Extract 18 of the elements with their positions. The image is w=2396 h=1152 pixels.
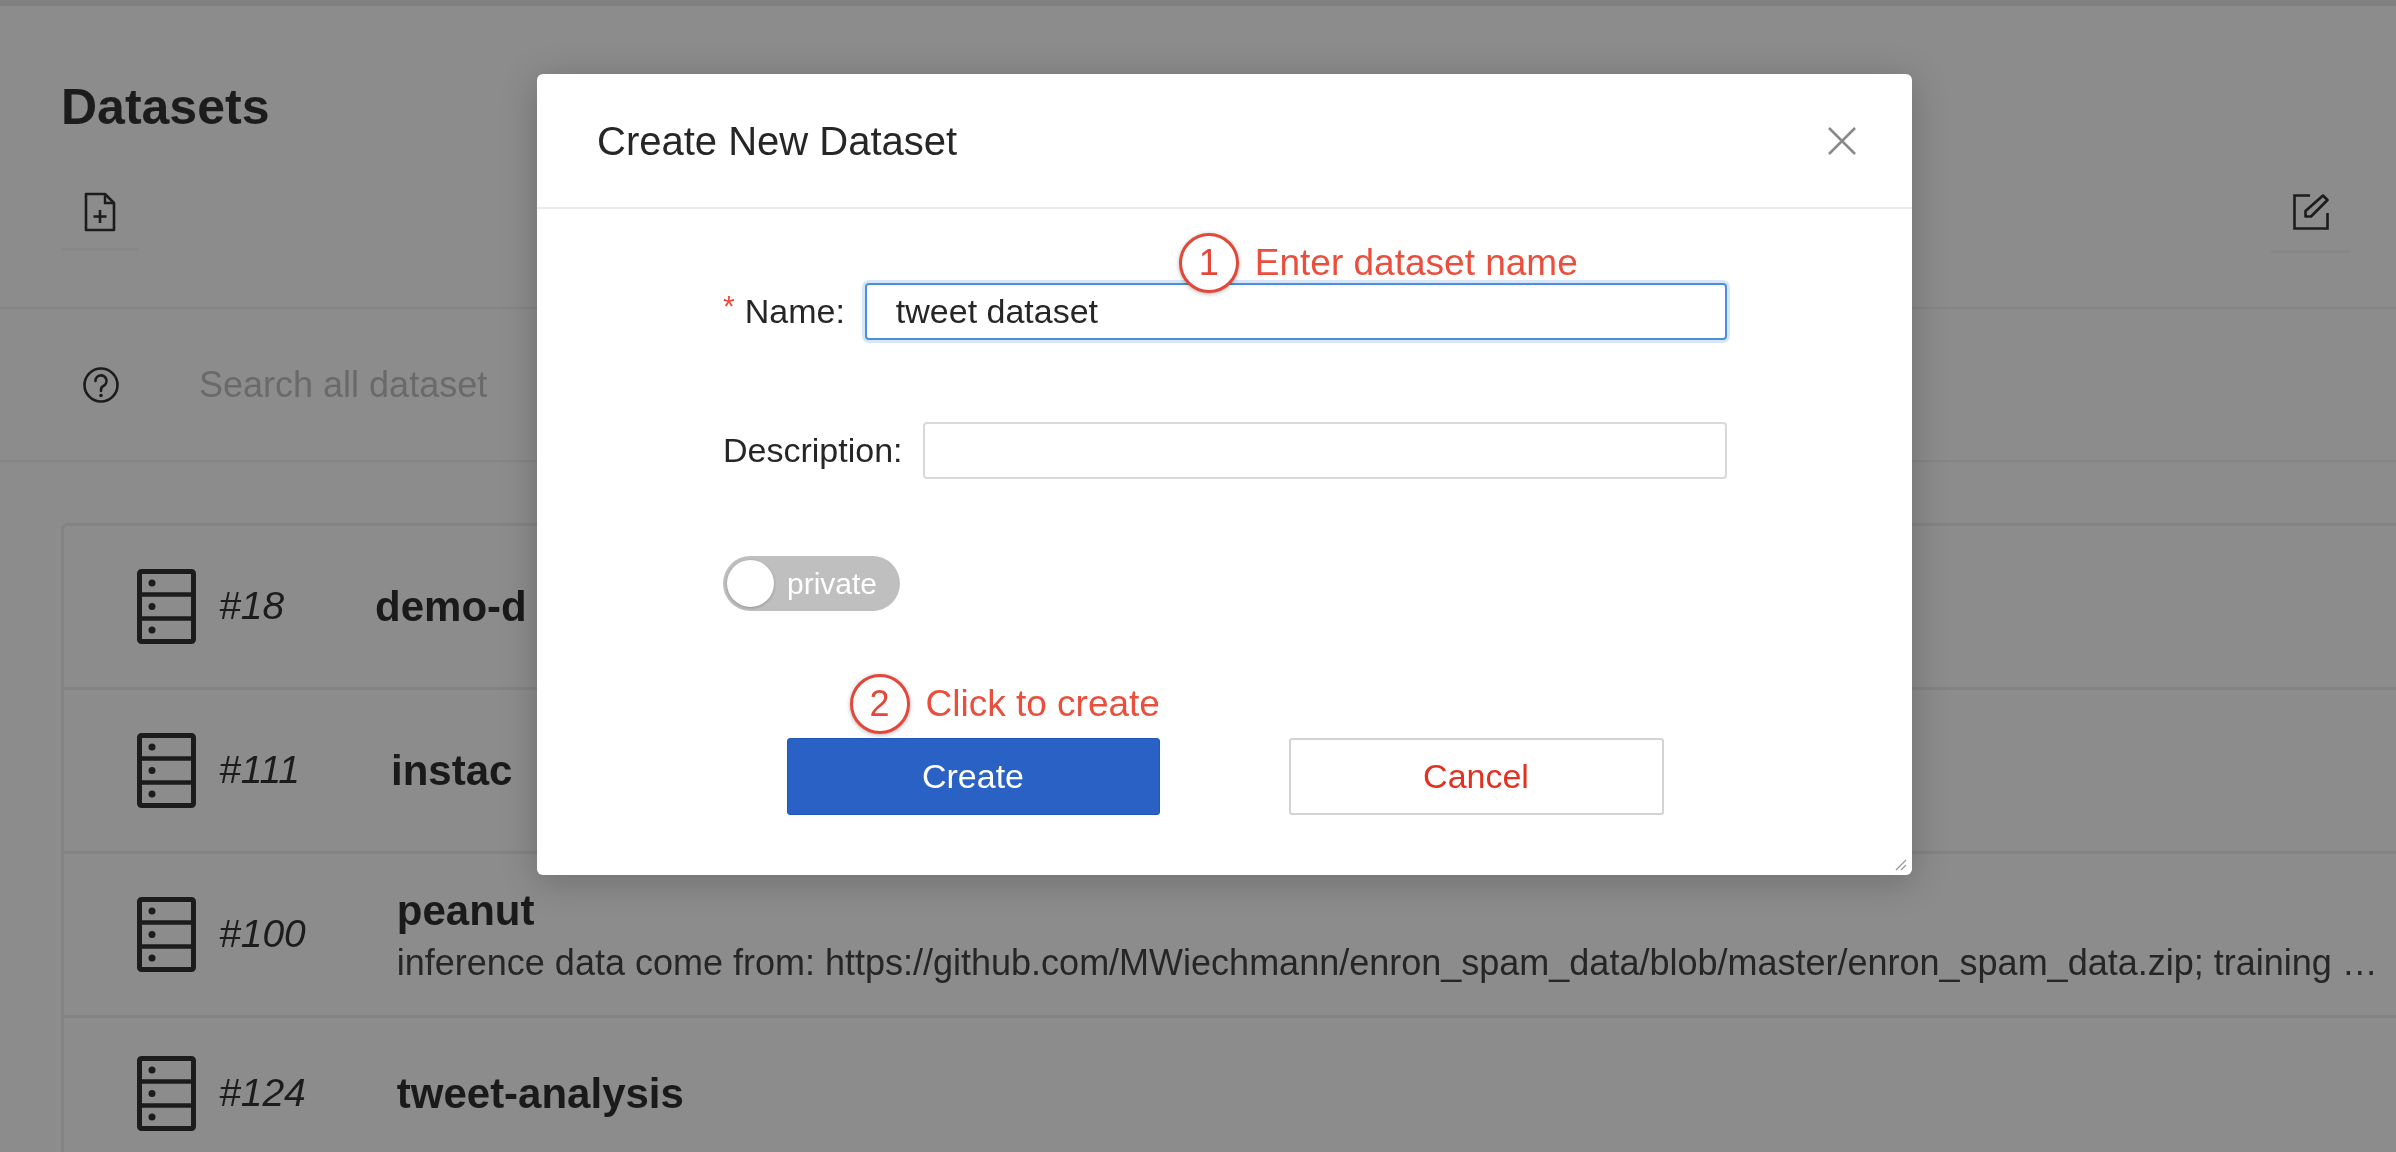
dialog-title: Create New Dataset [597, 117, 958, 165]
dataset-number: #111 [219, 747, 300, 794]
dataset-name: tweet-analysis [396, 1068, 684, 1119]
dataset-name: instac [391, 745, 513, 796]
dataset-description: inference data come from: https://github.com/MWiechmann/enron_spam_data/blob/master/enron_spam_data.zip; training … [396, 941, 2378, 984]
field-label: Description: [723, 430, 903, 471]
step-instruction: Click to create [925, 681, 1160, 726]
page-title: Datasets [61, 78, 270, 137]
dataset-name: peanut [396, 885, 536, 936]
step-number: 2 [849, 674, 910, 734]
required-mark: * [723, 290, 735, 321]
dataset-name: demo-d [375, 581, 527, 632]
dataset-number: #124 [219, 1070, 306, 1117]
dataset-number: #100 [219, 911, 306, 958]
field-label: Name: [744, 291, 845, 332]
step-instruction: Enter dataset name [1254, 240, 1578, 285]
dataset-number: #18 [219, 583, 285, 630]
step-number: 1 [1178, 233, 1239, 293]
